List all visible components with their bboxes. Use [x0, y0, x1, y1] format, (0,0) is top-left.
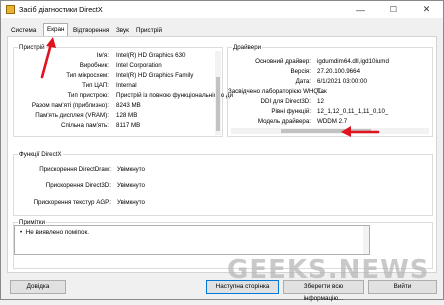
directx-features-group: Функції DirectX Прискорення DirectDraw: У…: [13, 151, 433, 216]
annotation-arrow-icon: [40, 37, 56, 79]
device-value: Intel(R) HD Graphics Family: [116, 72, 194, 79]
drivers-horizontal-scrollbar[interactable]: [231, 128, 429, 134]
drivers-group-title: Драйвери: [232, 44, 263, 51]
device-value: 8243 MB: [116, 102, 141, 109]
maximize-button[interactable]: ☐: [377, 1, 410, 18]
feature-value: Увімкнуто: [117, 182, 145, 189]
device-value: Internal: [116, 82, 137, 89]
driver-value: 6/1/2021 03:00:00: [317, 78, 367, 85]
driver-label: Засвідчено лабораторією WHQL:: [228, 88, 324, 95]
driver-label: Модель драйвера:: [257, 118, 311, 125]
driver-label: Версія:: [290, 68, 311, 75]
driver-value: Так: [317, 88, 327, 95]
device-value: 8117 MB: [116, 122, 141, 129]
driver-label: DDI для Direct3D:: [260, 98, 311, 105]
device-value: Intel(R) HD Graphics 630: [116, 52, 186, 59]
window-title: Засіб діагностики DirectX: [19, 5, 103, 14]
geeks-news-watermark: GEEKS.NEWS: [227, 255, 430, 285]
device-label: Спільна пам'ять:: [61, 122, 109, 129]
dxdiag-app-icon: [6, 5, 15, 14]
feature-label: Прискорення Direct3D:: [45, 182, 111, 189]
device-label: Тип мікросхем:: [66, 72, 109, 79]
device-value: Intel Corporation: [116, 62, 162, 69]
title-bar: Засіб діагностики DirectX — ☐ ✕: [1, 1, 443, 18]
drivers-group: Драйвери Основний драйвер: igdumdim64.dll…: [227, 44, 433, 137]
driver-label: Рівні функцій:: [271, 108, 311, 115]
driver-value: 12: [317, 98, 324, 105]
tab-input[interactable]: Пристрій вводу: [132, 25, 166, 44]
feature-label: Прискорення текстур AGP:: [33, 199, 111, 206]
device-scrollbar[interactable]: [215, 51, 221, 135]
feature-label: Прискорення DirectDraw:: [39, 166, 111, 173]
scrollbar-thumb[interactable]: [216, 77, 220, 131]
driver-value: 12_1,12_0,11_1,11_0,10_: [317, 108, 389, 115]
directx-features-title: Функції DirectX: [18, 151, 63, 158]
feature-value: Увімкнуто: [117, 199, 145, 206]
device-label: Тип пристрою:: [67, 92, 109, 99]
help-button[interactable]: Довідка: [10, 280, 66, 294]
feature-value: Увімкнуто: [117, 166, 145, 173]
driver-value: 27.20.100.9664: [317, 68, 361, 75]
tab-render[interactable]: Відтворення: [69, 25, 113, 36]
notes-item-text: Не виявлено поміпок.: [25, 229, 89, 236]
dxdiag-window: Засіб діагностики DirectX — ☐ ✕ Система …: [0, 0, 444, 302]
driver-label: Основний драйвер:: [255, 58, 311, 65]
minimize-button[interactable]: —: [344, 1, 377, 18]
notes-item: • Не виявлено поміпок.: [20, 229, 89, 236]
device-value: 128 MB: [116, 112, 138, 119]
driver-label: Дата:: [295, 78, 311, 85]
device-label: Виробник:: [79, 62, 109, 69]
annotation-arrow-icon: [341, 126, 380, 137]
device-label: Пам'ять дисплея (VRAM):: [35, 112, 109, 119]
device-label: Тип ЦАП:: [82, 82, 109, 89]
tab-system[interactable]: Система: [7, 25, 40, 36]
bullet-icon: •: [20, 229, 23, 236]
device-label: Ім'я:: [96, 52, 109, 59]
device-label: Разом пам'яті (приблизно):: [31, 102, 109, 109]
notes-list[interactable]: • Не виявлено поміпок.: [14, 225, 370, 255]
tab-display[interactable]: Екран: [43, 23, 69, 37]
notes-scrollbar[interactable]: [363, 226, 369, 254]
close-button[interactable]: ✕: [410, 1, 443, 18]
driver-value: igdumdim64.dll,igd10iumd: [317, 58, 389, 65]
tab-sound[interactable]: Звук: [112, 25, 133, 36]
